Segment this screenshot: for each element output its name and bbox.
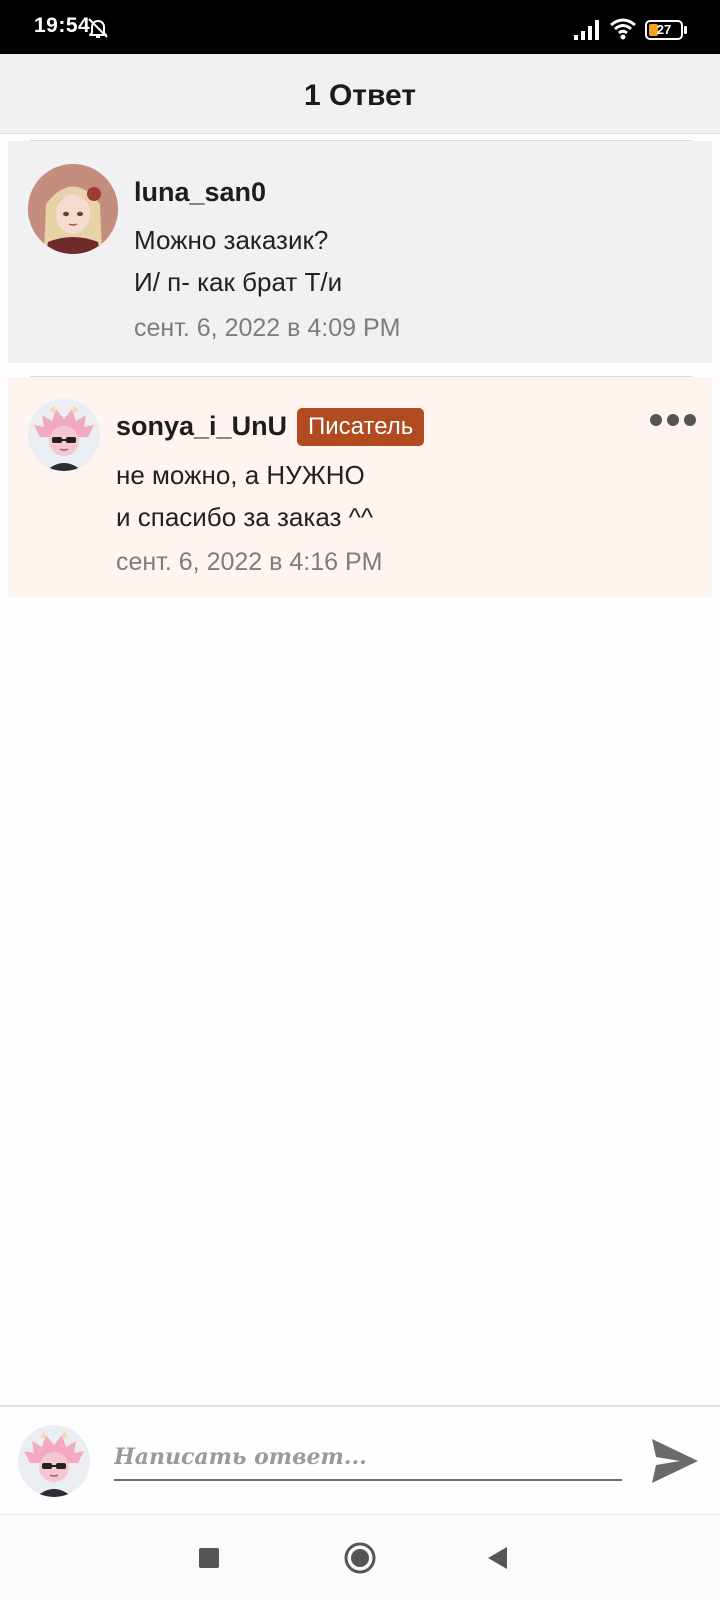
navigation-bar <box>0 1514 720 1600</box>
avatar-sonya[interactable] <box>28 399 100 471</box>
more-options-button[interactable] <box>650 410 696 428</box>
role-badge: Писатель <box>297 408 425 446</box>
battery-icon: 27 <box>645 20 687 40</box>
home-circle-icon <box>344 1542 376 1574</box>
send-button[interactable] <box>650 1437 700 1485</box>
status-time: 19:54 <box>34 14 91 37</box>
comment-line: и спасибо за заказ ^^ <box>116 502 374 532</box>
more-dots-icon <box>684 414 696 426</box>
bell-off-icon <box>88 18 108 38</box>
comment-timestamp: сент. 6, 2022 в 4:16 PM <box>116 548 383 576</box>
status-bar: 19:54 27 <box>0 0 720 54</box>
battery-level: 27 <box>656 22 672 37</box>
wifi-icon <box>610 18 636 40</box>
comment-line: не можно, а НУЖНО <box>116 460 365 490</box>
signal-icon <box>574 20 599 40</box>
comment-line: И/ п- как брат Т/и <box>134 267 343 297</box>
comment-timestamp: сент. 6, 2022 в 4:09 PM <box>134 314 401 342</box>
current-user-avatar <box>18 1425 90 1497</box>
comment-text: не можно, а НУЖНО и спасибо за заказ ^^ <box>116 454 373 538</box>
home-button[interactable] <box>320 1515 400 1600</box>
avatar-luna[interactable] <box>28 164 118 254</box>
page-title: 1 Ответ <box>303 79 417 112</box>
username[interactable]: luna_san0 <box>134 177 266 208</box>
more-dots-icon <box>650 414 662 426</box>
send-icon <box>652 1439 698 1483</box>
header: 1 Ответ <box>0 54 720 134</box>
more-dots-icon <box>667 414 679 426</box>
comment-text: Можно заказик? И/ п- как брат Т/и <box>134 219 342 303</box>
original-comment[interactable]: luna_san0 Можно заказик? И/ п- как брат … <box>8 141 712 363</box>
comment-line: Можно заказик? <box>134 225 329 255</box>
back-triangle-icon <box>488 1547 507 1569</box>
stop-square-icon <box>199 1548 219 1568</box>
username[interactable]: sonya_i_UnU <box>116 411 287 442</box>
recent-apps-button[interactable] <box>170 1515 250 1600</box>
reply-input[interactable] <box>114 1435 622 1481</box>
reply-comment[interactable]: sonya_i_UnU Писатель не можно, а НУЖНО и… <box>8 377 712 597</box>
back-button[interactable] <box>465 1515 545 1600</box>
reply-bar <box>0 1405 720 1513</box>
